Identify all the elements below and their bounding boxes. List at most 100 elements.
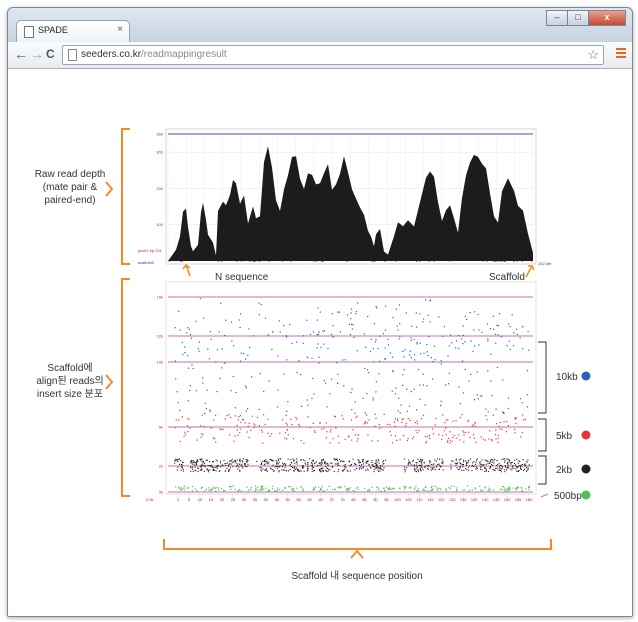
scatter-point — [307, 464, 309, 466]
back-button[interactable]: ← — [14, 46, 28, 62]
forward-button[interactable]: → — [30, 46, 44, 62]
reload-button[interactable]: C — [46, 46, 55, 62]
close-window-button[interactable]: x — [588, 10, 626, 26]
scatter-point — [282, 465, 284, 467]
scatter-point — [311, 397, 313, 400]
scatter-point — [245, 387, 247, 389]
scatter-point — [237, 468, 239, 470]
scatter-point — [246, 431, 248, 433]
scatter-point — [451, 342, 453, 344]
scatter-point — [357, 438, 359, 440]
scatter-point — [285, 470, 287, 472]
scatter-point — [398, 397, 400, 399]
scatter-point — [376, 467, 378, 469]
scatter-point — [201, 469, 203, 471]
scatter-point — [405, 486, 407, 488]
scatter-point — [489, 460, 491, 462]
scatter-point — [481, 459, 483, 461]
legend-500bp-arrow — [540, 493, 549, 498]
scatter-point — [222, 428, 224, 431]
scatter-point — [245, 466, 247, 468]
scatter-point — [391, 442, 394, 444]
scatter-point — [375, 338, 377, 341]
scatter-point — [327, 469, 329, 471]
scatter-point — [392, 371, 394, 373]
scatter-point — [521, 402, 523, 404]
scatter-point — [513, 332, 515, 334]
scatter-point — [295, 467, 297, 469]
scatter-point — [347, 470, 349, 472]
address-bar[interactable]: seeders.co.kr/readmappingresult ☆ — [62, 45, 604, 65]
scatter-point — [505, 431, 507, 433]
scatter-point — [496, 324, 498, 326]
scatter-point — [351, 388, 353, 390]
scatter-point — [355, 417, 357, 419]
scatter-point — [229, 434, 231, 436]
tab-close-icon[interactable]: × — [117, 24, 123, 35]
scatter-point — [184, 433, 186, 436]
tab-spade[interactable]: SPADE × — [16, 20, 130, 43]
scatter-point — [469, 312, 471, 314]
scatter-x-tick: 115 — [427, 497, 434, 502]
scatter-point — [289, 465, 291, 467]
scatter-point — [292, 458, 294, 460]
scatter-point — [306, 356, 309, 359]
scatter-point — [350, 308, 353, 310]
scatter-point — [312, 489, 314, 491]
scatter-point — [447, 355, 449, 357]
scatter-point — [318, 356, 320, 358]
url-domain: seeders.co.kr — [81, 49, 142, 60]
scatter-point — [480, 466, 482, 468]
scatter-point — [495, 342, 497, 344]
scatter-point — [274, 490, 276, 492]
scatter-point — [401, 419, 403, 421]
scatter-point — [467, 462, 469, 464]
scatter-point — [468, 465, 470, 467]
scatter-point — [500, 464, 502, 466]
scatter-point — [517, 487, 520, 489]
scatter-point — [522, 326, 524, 328]
scatter-point — [175, 486, 177, 488]
scatter-point — [463, 461, 465, 463]
scatter-point — [311, 463, 313, 465]
scatter-point — [331, 378, 333, 380]
scatter-point — [363, 333, 365, 335]
scatter-point — [204, 402, 206, 404]
scatter-point — [197, 347, 199, 350]
scatter-point — [247, 463, 249, 465]
scatter-x-tick: 1 — [177, 497, 180, 502]
scatter-point — [207, 471, 209, 473]
maximize-button[interactable]: □ — [567, 10, 589, 26]
scatter-point — [508, 340, 510, 342]
scatter-point — [437, 458, 439, 460]
scatter-point — [225, 319, 227, 321]
scatter-point — [378, 423, 380, 426]
scatter-point — [296, 460, 298, 462]
scatter-point — [445, 427, 447, 429]
scatter-point — [175, 419, 177, 421]
depth-label: Raw read depth (mate pair & paired-end) — [35, 169, 106, 206]
scatter-point — [211, 461, 213, 463]
scatter-point — [377, 469, 379, 471]
scatter-point — [424, 466, 426, 468]
bookmark-star-icon[interactable]: ☆ — [587, 47, 599, 63]
scatter-point — [262, 468, 264, 470]
scatter-point — [268, 380, 270, 382]
scatter-point — [181, 467, 183, 469]
scatter-point — [365, 346, 367, 348]
scatter-point — [209, 331, 211, 333]
scatter-point — [202, 461, 204, 463]
insert-label-line2: align된 reads의 — [36, 375, 103, 387]
minimize-button[interactable]: – — [546, 10, 568, 26]
scatter-point — [499, 421, 501, 424]
scatter-point — [333, 470, 335, 472]
scatter-point — [325, 422, 327, 424]
scatter-point — [272, 331, 274, 333]
scatter-point — [207, 348, 209, 350]
scatter-point — [524, 418, 526, 421]
scatter-point — [443, 430, 445, 432]
scatter-point — [320, 462, 322, 464]
scatter-point — [276, 487, 278, 489]
scatter-point — [239, 469, 241, 471]
menu-icon[interactable] — [616, 48, 626, 60]
